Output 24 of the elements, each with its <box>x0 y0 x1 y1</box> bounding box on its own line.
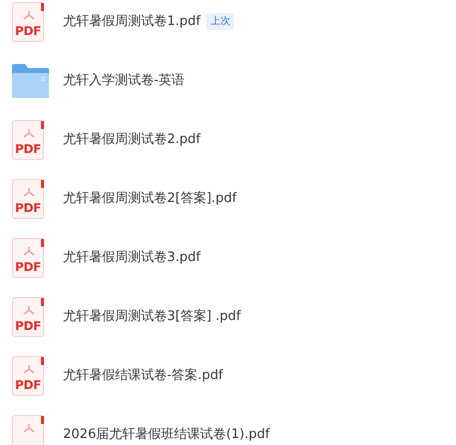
file-name: 尤轩入学测试卷-英语 <box>63 72 185 90</box>
pdf-file-icon: PDF <box>12 2 44 42</box>
file-name: 尤轩暑假周测试卷2[答案].pdf <box>63 190 237 208</box>
pdf-file-icon: PDF <box>12 178 44 218</box>
file-row[interactable]: PDF 尤轩暑假周测试卷1.pdf 上次 <box>0 0 456 51</box>
pdf-file-icon: PDF <box>12 120 44 160</box>
file-name: 尤轩暑假结课试卷-答案.pdf <box>63 366 223 385</box>
folder-icon <box>12 64 49 98</box>
file-row[interactable]: PDF 尤轩暑假周测试卷3[答案] .pdf <box>0 287 456 346</box>
file-name: 尤轩暑假周测试卷3[答案] .pdf <box>63 308 241 326</box>
file-row[interactable]: 尤轩入学测试卷-英语 <box>0 51 456 110</box>
file-name: 尤轩暑假周测试卷2.pdf <box>63 130 200 149</box>
file-name: 尤轩暑假周测试卷3.pdf <box>63 248 200 267</box>
pdf-file-icon: PDF <box>12 356 44 396</box>
file-row[interactable]: 2026届尤轩暑假班结课试卷(1).pdf <box>0 405 456 445</box>
file-row[interactable]: PDF 尤轩暑假周测试卷2[答案].pdf <box>0 169 456 228</box>
last-opened-badge: 上次 <box>206 13 234 30</box>
file-row[interactable]: PDF 尤轩暑假结课试卷-答案.pdf <box>0 346 456 405</box>
file-name: 尤轩暑假周测试卷1.pdf <box>63 12 200 31</box>
pdf-file-icon: PDF <box>12 296 44 336</box>
pdf-file-icon: PDF <box>12 238 44 278</box>
file-row[interactable]: PDF 尤轩暑假周测试卷3.pdf <box>0 228 456 287</box>
file-name: 2026届尤轩暑假班结课试卷(1).pdf <box>63 426 270 444</box>
file-row[interactable]: PDF 尤轩暑假周测试卷2.pdf <box>0 110 456 169</box>
